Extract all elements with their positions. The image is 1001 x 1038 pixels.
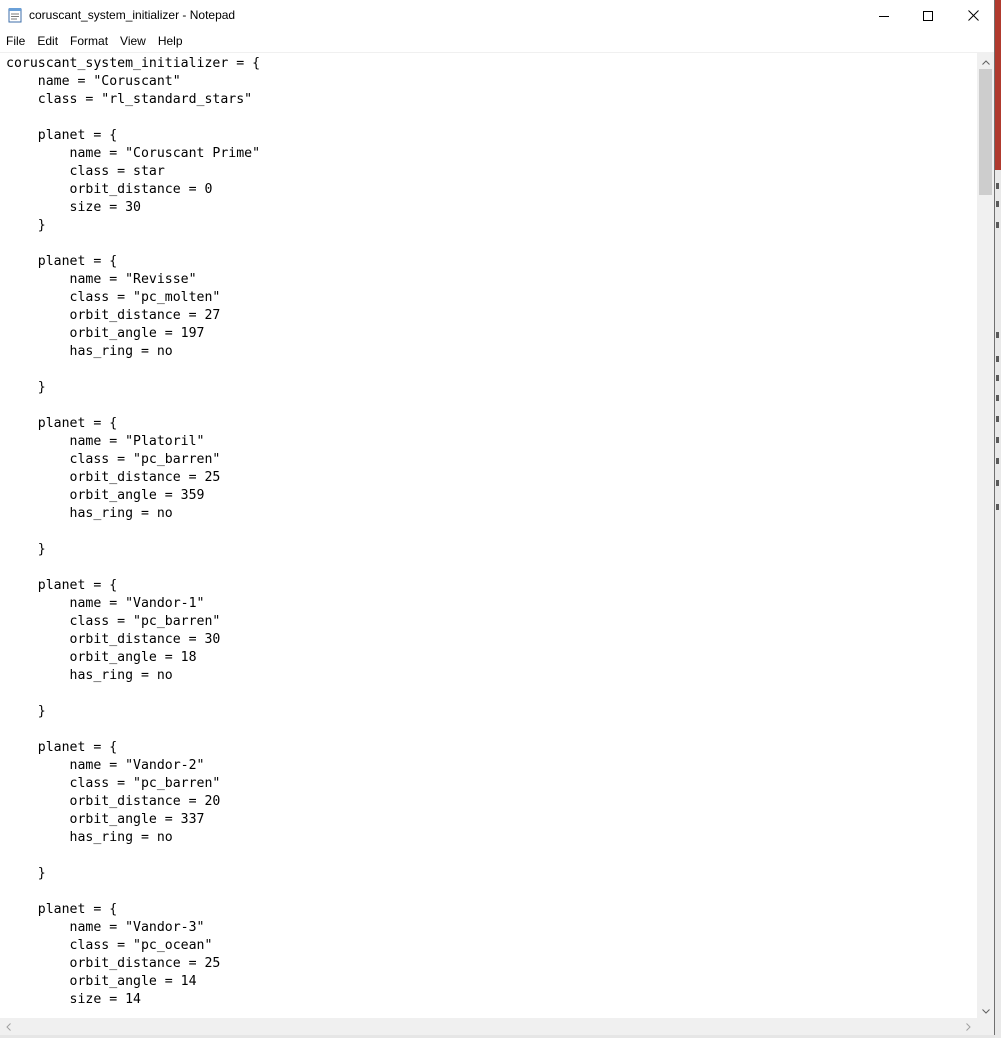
background-window-edge: [996, 395, 999, 401]
window-title: coruscant_system_initializer - Notepad: [29, 8, 236, 22]
minimize-button[interactable]: [861, 0, 907, 31]
menu-view[interactable]: View: [114, 31, 152, 51]
editor-content[interactable]: coruscant_system_initializer = { name = …: [6, 55, 260, 1009]
menu-edit[interactable]: Edit: [31, 31, 64, 51]
vertical-scroll-thumb[interactable]: [979, 69, 992, 195]
vertical-scrollbar[interactable]: [977, 52, 994, 1018]
scroll-up-button[interactable]: [977, 52, 994, 69]
background-window-edge: [996, 458, 999, 464]
background-window-edge: [996, 480, 999, 486]
desktop-wallpaper-edge: [995, 0, 1001, 170]
background-window-edge: [996, 201, 999, 207]
maximize-button[interactable]: [905, 0, 951, 31]
title-bar[interactable]: coruscant_system_initializer - Notepad: [0, 0, 994, 31]
chevron-left-icon: [6, 1018, 11, 1036]
desktop-background: [995, 0, 1001, 1038]
background-window-edge: [996, 356, 999, 362]
scroll-left-button[interactable]: [0, 1018, 17, 1035]
notepad-icon[interactable]: [8, 7, 22, 23]
scrollbar-corner: [977, 1018, 994, 1035]
menu-format[interactable]: Format: [64, 31, 114, 51]
close-button[interactable]: [950, 0, 996, 31]
background-window-edge: [996, 183, 999, 189]
background-window-edge: [996, 222, 999, 228]
chevron-down-icon: [981, 1001, 990, 1019]
text-editor[interactable]: coruscant_system_initializer = { name = …: [0, 52, 977, 1018]
notepad-window: coruscant_system_initializer - Notepad F…: [0, 0, 995, 1038]
maximize-icon: [923, 10, 933, 21]
scroll-right-button[interactable]: [960, 1018, 977, 1035]
close-icon: [967, 10, 979, 21]
background-window-edge: [996, 332, 999, 338]
background-window-edge: [996, 437, 999, 443]
scroll-down-button[interactable]: [977, 1001, 994, 1018]
chevron-up-icon: [981, 52, 990, 70]
horizontal-scrollbar[interactable]: [0, 1018, 977, 1035]
menu-help[interactable]: Help: [152, 31, 189, 51]
background-window-edge: [996, 416, 999, 422]
menu-bar: File Edit Format View Help: [0, 31, 994, 51]
minimize-icon: [879, 11, 889, 21]
background-window-edge: [996, 375, 999, 381]
menu-file[interactable]: File: [0, 31, 31, 51]
background-window-edge: [996, 504, 999, 510]
chevron-right-icon: [966, 1018, 971, 1036]
